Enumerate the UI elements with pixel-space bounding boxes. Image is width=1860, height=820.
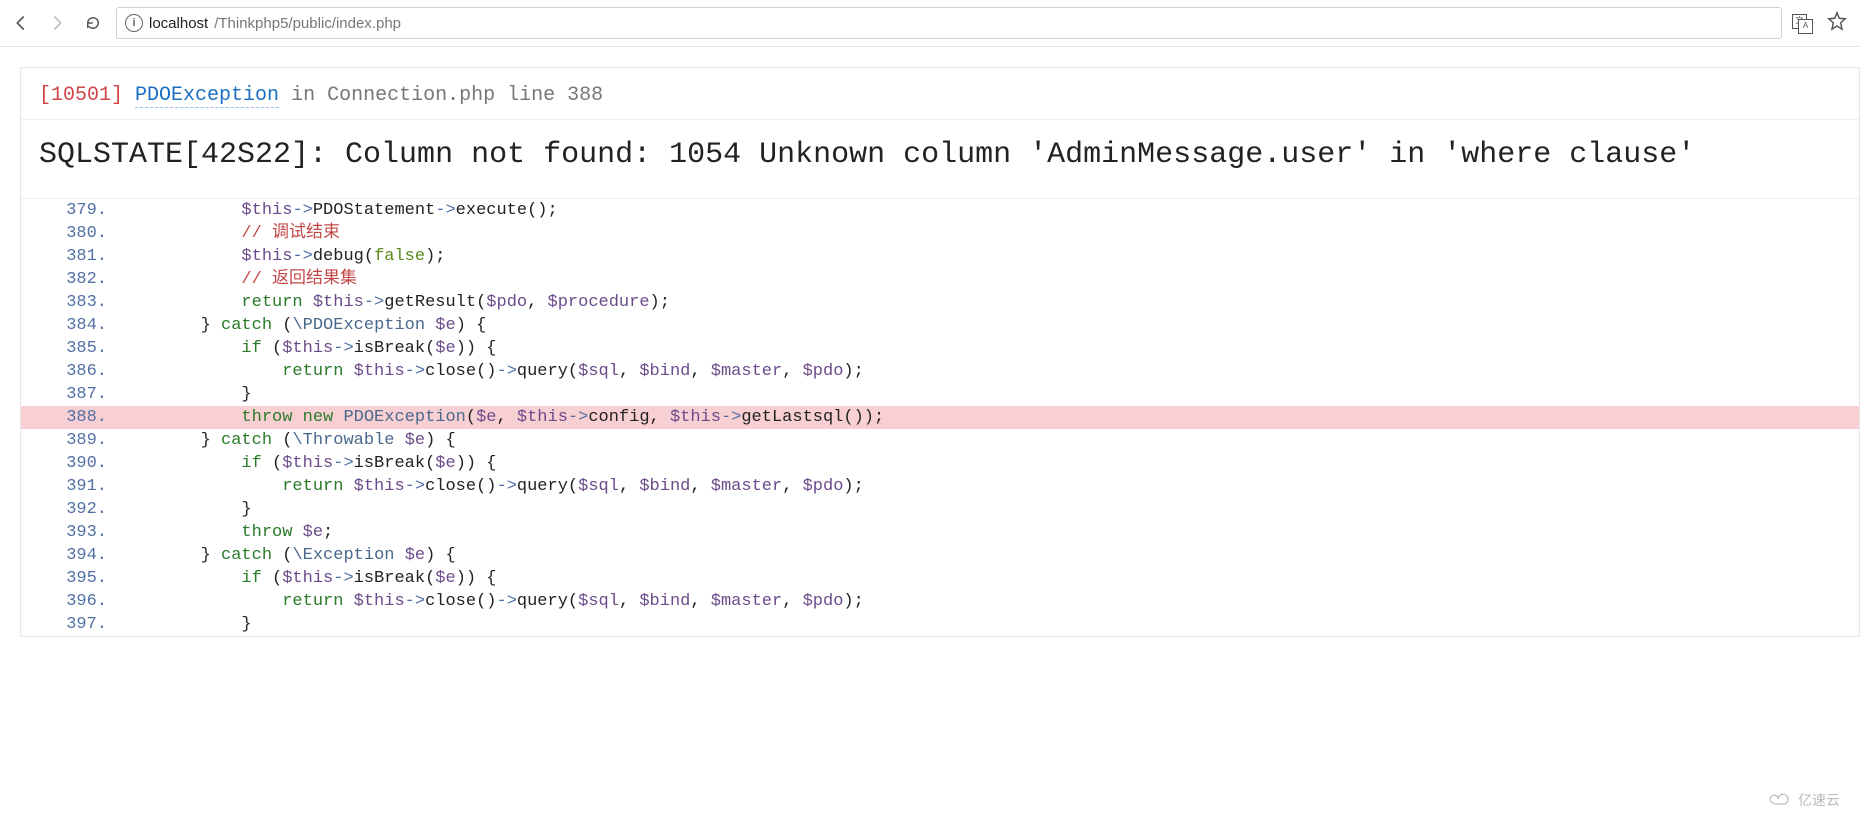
line-source: } catch (\Exception $e) { xyxy=(113,544,456,567)
code-line: 384. } catch (\PDOException $e) { xyxy=(21,314,1859,337)
code-line: 393. throw $e; xyxy=(21,521,1859,544)
error-header: [10501] PDOException in Connection.php l… xyxy=(21,68,1859,120)
browser-toolbar: i localhost/Thinkphp5/public/index.php 文… xyxy=(0,0,1860,47)
line-number: 385. xyxy=(21,337,113,360)
code-line: 390. if ($this->isBreak($e)) { xyxy=(21,452,1859,475)
bookmark-star-icon[interactable] xyxy=(1826,10,1848,37)
in-word: in xyxy=(291,84,315,107)
line-source: } xyxy=(113,383,252,406)
line-number: 386. xyxy=(21,360,113,383)
line-source: return $this->getResult($pdo, $procedure… xyxy=(113,291,670,314)
line-source: // 返回结果集 xyxy=(113,268,357,291)
line-number: 388. xyxy=(21,406,113,429)
toolbar-right-icons: 文A xyxy=(1792,10,1852,37)
line-number: 391. xyxy=(21,475,113,498)
error-message: SQLSTATE[42S22]: Column not found: 1054 … xyxy=(21,120,1859,199)
error-panel: [10501] PDOException in Connection.php l… xyxy=(20,67,1860,637)
line-source: return $this->close()->query($sql, $bind… xyxy=(113,360,864,383)
code-line: 394. } catch (\Exception $e) { xyxy=(21,544,1859,567)
line-number: 380. xyxy=(21,222,113,245)
code-line: 387. } xyxy=(21,383,1859,406)
line-source: } catch (\Throwable $e) { xyxy=(113,429,456,452)
code-line: 382. // 返回结果集 xyxy=(21,268,1859,291)
line-source: throw $e; xyxy=(113,521,333,544)
line-number: 394. xyxy=(21,544,113,567)
code-line: 380. // 调试结束 xyxy=(21,222,1859,245)
code-line: 392. } xyxy=(21,498,1859,521)
code-line: 388. throw new PDOException($e, $this->c… xyxy=(21,406,1859,429)
line-number: 397. xyxy=(21,613,113,636)
line-number: 390. xyxy=(21,452,113,475)
line-number: 392. xyxy=(21,498,113,521)
line-number: 393. xyxy=(21,521,113,544)
line-number: 382. xyxy=(21,268,113,291)
code-line: 385. if ($this->isBreak($e)) { xyxy=(21,337,1859,360)
line-source: return $this->close()->query($sql, $bind… xyxy=(113,475,864,498)
code-line: 379. $this->PDOStatement->execute(); xyxy=(21,199,1859,222)
site-info-icon[interactable]: i xyxy=(125,14,143,32)
url-origin: localhost xyxy=(149,15,208,32)
watermark-text: 亿速云 xyxy=(1798,790,1840,810)
line-source: // 调试结束 xyxy=(113,222,340,245)
line-source: $this->debug(false); xyxy=(113,245,445,268)
code-line: 395. if ($this->isBreak($e)) { xyxy=(21,567,1859,590)
exception-class-link[interactable]: PDOException xyxy=(135,84,279,108)
line-source: if ($this->isBreak($e)) { xyxy=(113,337,497,360)
back-button[interactable] xyxy=(8,10,34,36)
line-number: 389. xyxy=(21,429,113,452)
error-code: [10501] xyxy=(39,84,123,107)
code-line: 381. $this->debug(false); xyxy=(21,245,1859,268)
line-number: 396. xyxy=(21,590,113,613)
code-line: 397. } xyxy=(21,613,1859,636)
code-line: 391. return $this->close()->query($sql, … xyxy=(21,475,1859,498)
code-line: 383. return $this->getResult($pdo, $proc… xyxy=(21,291,1859,314)
line-source: } xyxy=(113,498,252,521)
line-source: if ($this->isBreak($e)) { xyxy=(113,452,497,475)
code-line: 396. return $this->close()->query($sql, … xyxy=(21,590,1859,613)
line-source: } xyxy=(113,613,252,636)
url-path: /Thinkphp5/public/index.php xyxy=(214,15,401,32)
line-source: } catch (\PDOException $e) { xyxy=(113,314,486,337)
code-line: 389. } catch (\Throwable $e) { xyxy=(21,429,1859,452)
watermark: 亿速云 xyxy=(1766,790,1840,810)
line-number: 381. xyxy=(21,245,113,268)
forward-button[interactable] xyxy=(44,10,70,36)
line-source: if ($this->isBreak($e)) { xyxy=(113,567,497,590)
source-code-block: 379. $this->PDOStatement->execute();380.… xyxy=(21,199,1859,636)
line-source: return $this->close()->query($sql, $bind… xyxy=(113,590,864,613)
code-line: 386. return $this->close()->query($sql, … xyxy=(21,360,1859,383)
line-number: 379. xyxy=(21,199,113,222)
translate-icon[interactable]: 文A xyxy=(1792,14,1812,32)
address-bar[interactable]: i localhost/Thinkphp5/public/index.php xyxy=(116,7,1782,39)
page-content: [10501] PDOException in Connection.php l… xyxy=(0,47,1860,637)
line-number: 395. xyxy=(21,567,113,590)
line-number: 387. xyxy=(21,383,113,406)
line-source: $this->PDOStatement->execute(); xyxy=(113,199,558,222)
line-number: 384. xyxy=(21,314,113,337)
line-number: 383. xyxy=(21,291,113,314)
reload-button[interactable] xyxy=(80,10,106,36)
line-source: throw new PDOException($e, $this->config… xyxy=(113,406,884,429)
error-file-line: Connection.php line 388 xyxy=(327,84,603,107)
